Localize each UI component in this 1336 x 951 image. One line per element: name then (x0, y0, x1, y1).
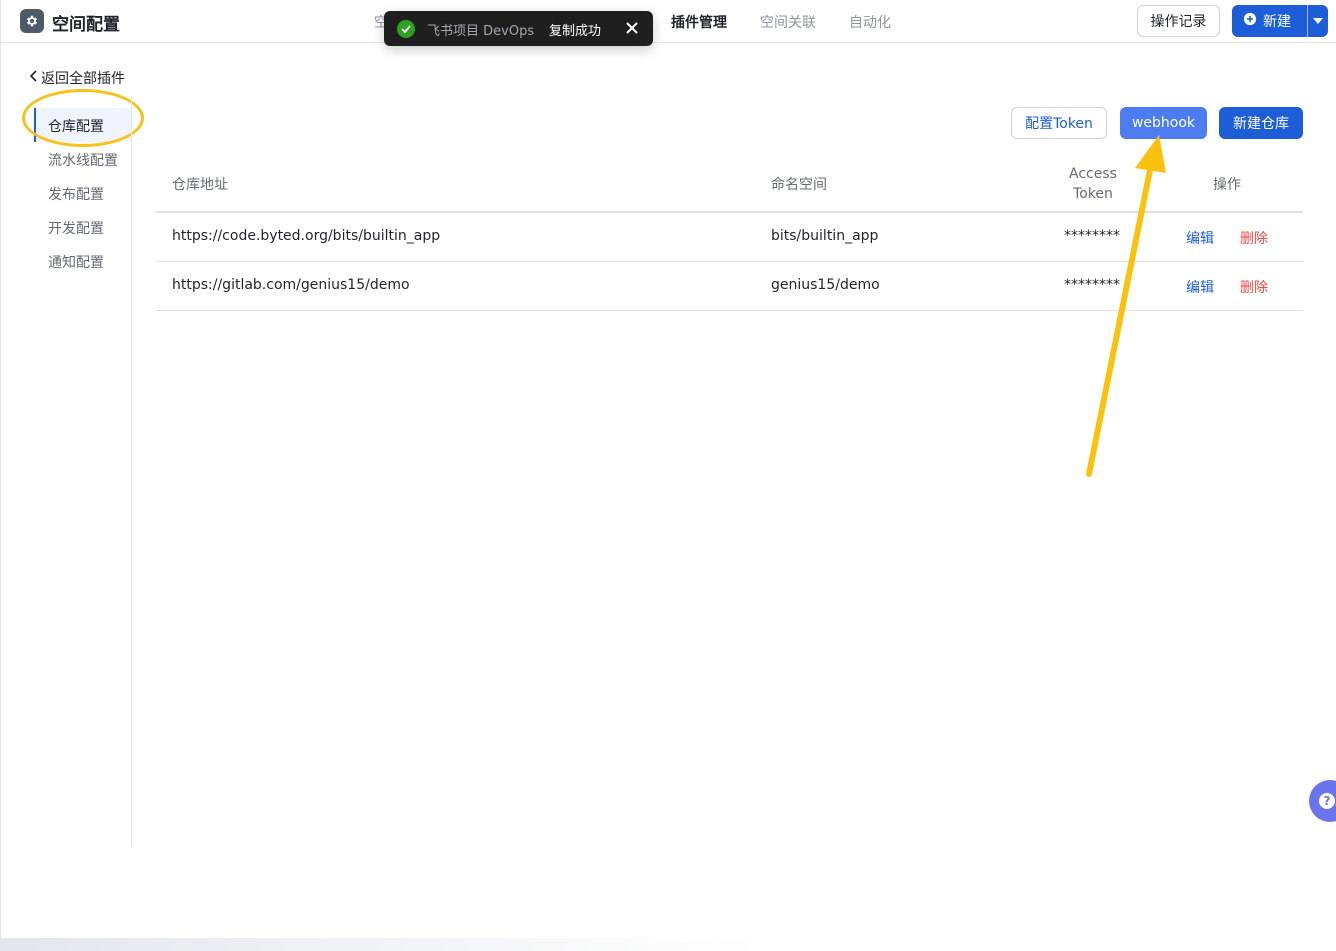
sidebar-item-release-config[interactable]: 发布配置 (48, 184, 104, 204)
row-2-delete-link[interactable]: 删除 (1240, 277, 1268, 297)
row-1-edit-link[interactable]: 编辑 (1186, 228, 1214, 248)
help-button[interactable]: ? (1309, 780, 1336, 822)
webhook-button[interactable]: webhook (1120, 107, 1207, 139)
sidebar-item-pipeline-config[interactable]: 流水线配置 (48, 150, 118, 170)
bottom-edge-shadow (1, 938, 761, 951)
toast-source: 飞书项目 DevOps (427, 24, 535, 39)
caret-down-icon[interactable] (1308, 5, 1328, 37)
access-token-line2: Token (1073, 186, 1113, 202)
back-to-plugins-link[interactable]: 返回全部插件 (29, 68, 125, 88)
chevron-left-icon (29, 70, 38, 86)
plus-circle-icon (1243, 12, 1257, 30)
gear-icon (20, 9, 44, 33)
new-button[interactable]: 新建 (1232, 5, 1328, 37)
row-1-delete-link[interactable]: 删除 (1240, 228, 1268, 248)
new-button-main[interactable]: 新建 (1232, 5, 1307, 37)
column-header-actions: 操作 (1213, 177, 1241, 193)
table-row-divider (156, 261, 1303, 262)
top-header: 空间配置 空 插件管理 空间关联 自动化 操作记录 新建 (1, 0, 1336, 43)
history-button[interactable]: 操作记录 (1137, 5, 1220, 37)
row-1-url: https://code.byted.org/bits/builtin_app (172, 228, 441, 244)
row-2-token: ******** (1064, 277, 1120, 293)
column-header-access-token: Access Token (1063, 164, 1123, 204)
row-1-namespace: bits/builtin_app (771, 228, 879, 244)
row-1-token: ******** (1064, 228, 1120, 244)
tab-space-association[interactable]: 空间关联 (760, 12, 816, 32)
access-token-line1: Access (1069, 166, 1117, 182)
row-2-edit-link[interactable]: 编辑 (1186, 277, 1214, 297)
arrow-annotation (1086, 135, 1166, 477)
sidebar-item-notify-config[interactable]: 通知配置 (48, 252, 104, 272)
sidebar-item-dev-config[interactable]: 开发配置 (48, 218, 104, 238)
toast-message: 复制成功 (549, 24, 602, 39)
config-token-button[interactable]: 配置Token (1011, 107, 1107, 139)
tab-automation[interactable]: 自动化 (849, 12, 891, 32)
close-icon[interactable] (622, 18, 642, 38)
row-2-url: https://gitlab.com/genius15/demo (172, 277, 410, 293)
table-row-divider (156, 310, 1303, 311)
page-title: 空间配置 (52, 15, 120, 35)
page: 空间配置 空 插件管理 空间关联 自动化 操作记录 新建 飞书项目 DevOps… (0, 0, 1336, 951)
new-button-label: 新建 (1263, 14, 1291, 30)
help-icon: ? (1319, 793, 1335, 809)
table-header-divider (156, 211, 1303, 213)
column-header-repo-url: 仓库地址 (172, 177, 228, 193)
create-repo-button[interactable]: 新建仓库 (1219, 107, 1303, 139)
sidebar-divider (131, 96, 132, 846)
row-2-namespace: genius15/demo (771, 277, 880, 293)
tab-plugin-management[interactable]: 插件管理 (671, 12, 727, 32)
success-toast: 飞书项目 DevOps 复制成功 (384, 11, 653, 46)
check-circle-icon (397, 20, 415, 38)
highlight-annotation-ring (22, 89, 144, 147)
column-header-namespace: 命名空间 (771, 177, 827, 193)
back-link-label: 返回全部插件 (41, 71, 125, 87)
